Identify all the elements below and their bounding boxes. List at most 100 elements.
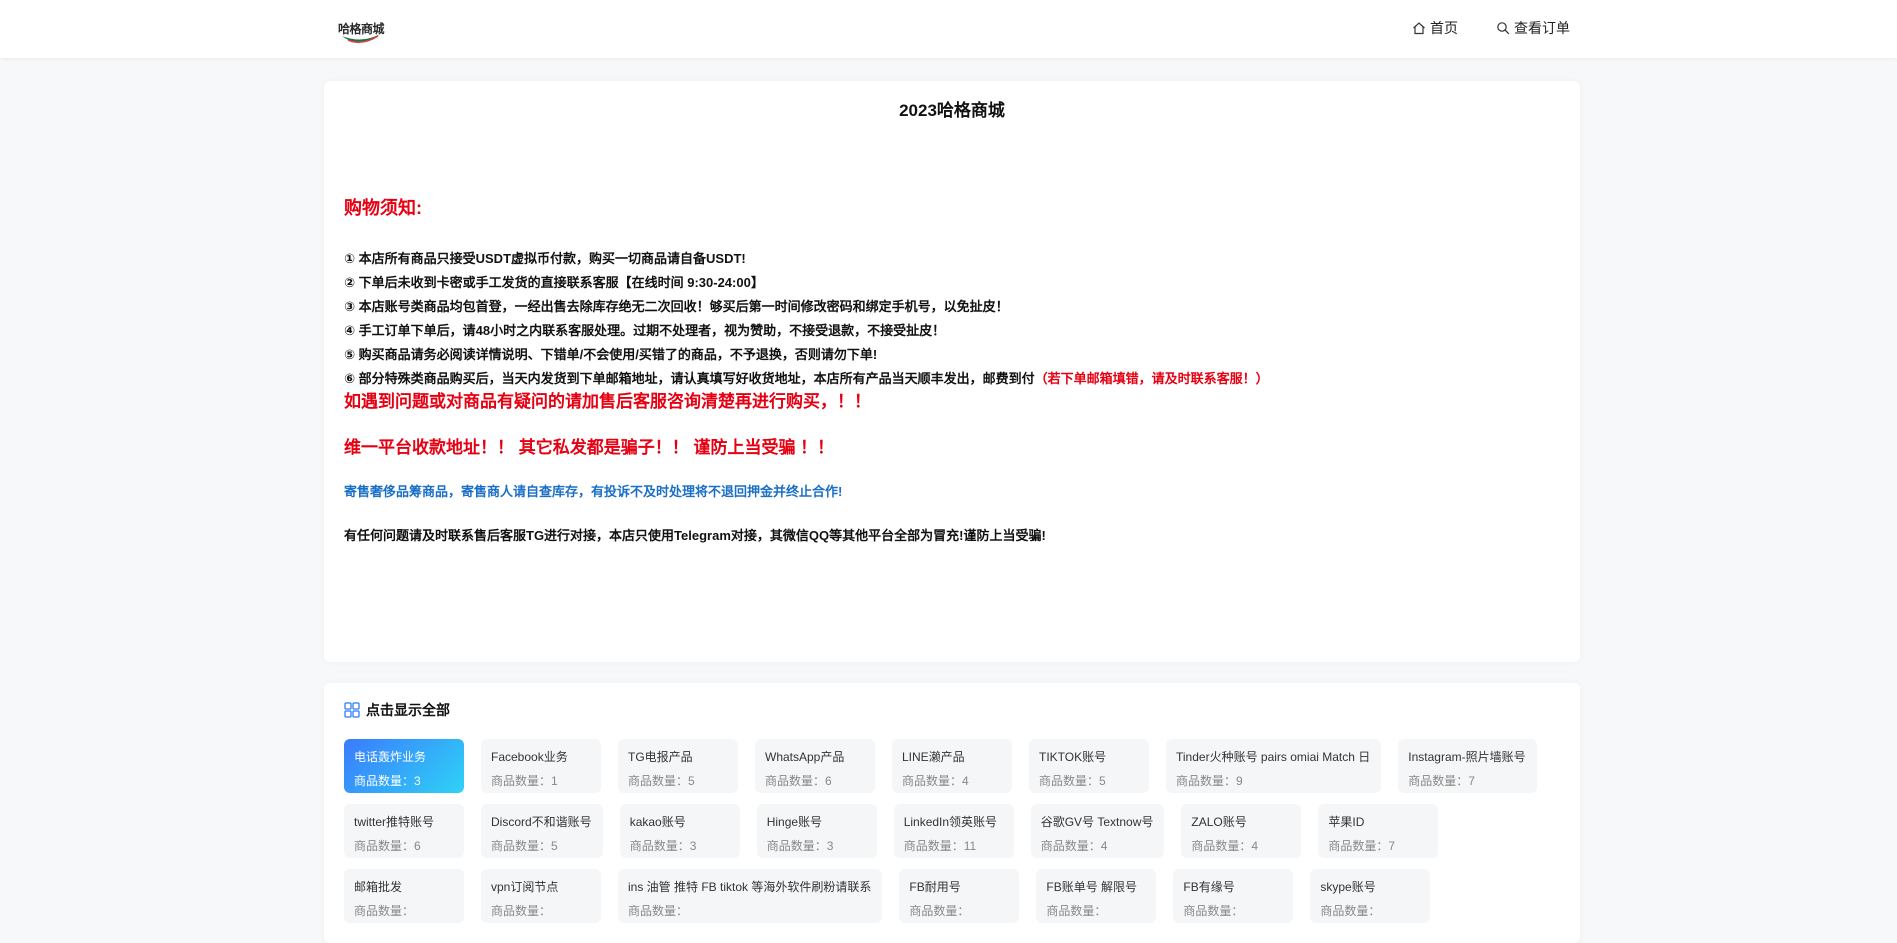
- category-item[interactable]: ZALO账号 商品数量：4: [1181, 804, 1302, 858]
- show-all-toggle[interactable]: 点击显示全部: [344, 700, 450, 720]
- category-count: 商品数量：: [354, 902, 453, 919]
- rules-list: ① 本店所有商品只接受USDT虚拟币付款，购买一切商品请自备USDT! ② 下单…: [344, 247, 1269, 391]
- category-count-prefix: 商品数量：: [1191, 839, 1252, 853]
- category-count: 商品数量：3: [630, 837, 729, 854]
- category-count-prefix: 商品数量：: [1328, 839, 1389, 853]
- category-item[interactable]: FB有缘号 商品数量：: [1173, 869, 1294, 923]
- consignment-note: 寄售奢侈品筹商品，寄售商人请自查库存，有投诉不及时处理将不退回押金并终止合作!: [344, 484, 843, 499]
- category-name: LinkedIn领英账号: [903, 815, 998, 829]
- category-grid: 电话轰炸业务 商品数量：3 Facebook业务 商品数量：1 TG电报产品 商品数量：5…: [344, 739, 1564, 923]
- category-item[interactable]: Hinge账号 商品数量：3: [756, 804, 877, 858]
- category-name: FB耐用号: [909, 880, 961, 894]
- nav-home-label: 首页: [1430, 20, 1458, 36]
- category-count-prefix: 商品数量：: [354, 904, 415, 918]
- category-item[interactable]: FB账单号 解限号 商品数量：: [1036, 869, 1157, 923]
- category-item[interactable]: TIKTOK账号 商品数量：5: [1029, 739, 1149, 793]
- category-count: 商品数量：5: [1039, 772, 1138, 789]
- search-icon: [1497, 22, 1510, 35]
- category-name: vpn订阅节点: [491, 880, 559, 894]
- category-count-value: 5: [551, 839, 558, 853]
- category-count-prefix: 商品数量：: [491, 774, 552, 788]
- category-count-value: 3: [414, 774, 421, 788]
- category-item[interactable]: WhatsApp产品 商品数量：6: [755, 739, 875, 793]
- category-item[interactable]: ins 油管 推特 FB tiktok 等海外软件刷粉请联系 商品数量：: [618, 869, 883, 923]
- notice-title: 2023哈格商城: [899, 101, 1005, 120]
- category-count-value: 3: [689, 839, 697, 853]
- rule-item: ① 本店所有商品只接受USDT虚拟币付款，购买一切商品请自备USDT!: [344, 251, 746, 266]
- category-name: TG电报产品: [628, 750, 693, 764]
- category-item[interactable]: Tinder火种账号 pairs omiai Match 日商品数量：9: [1166, 739, 1382, 793]
- category-count-value: 3: [826, 839, 834, 853]
- category-count: 商品数量：6: [354, 837, 453, 854]
- category-name: ZALO账号: [1191, 815, 1247, 829]
- category-item[interactable]: 谷歌GV号 Textnow号 商品数量：4: [1030, 804, 1165, 858]
- category-count: 商品数量：5: [491, 837, 592, 854]
- category-count-prefix: 商品数量：: [629, 839, 690, 853]
- category-name: Tinder火种账号 pairs omiai Match 日: [1176, 750, 1371, 764]
- category-name: skype账号: [1320, 880, 1376, 894]
- category-count-prefix: 商品数量：: [628, 774, 689, 788]
- category-count-prefix: 商品数量：: [354, 839, 415, 853]
- category-count-prefix: 商品数量：: [909, 904, 970, 918]
- category-item[interactable]: Facebook业务 商品数量：1: [481, 739, 601, 793]
- category-name: 邮箱批发: [354, 880, 403, 894]
- rule-item: ⑤ 购买商品请务必阅读详情说明、下错单/不会使用/买错了的商品，不予退换，否则请…: [344, 347, 878, 362]
- category-card: 点击显示全部 电话轰炸业务 商品数量：3 Facebook业务 商品数量：1 TG电报产…: [324, 683, 1580, 943]
- category-item[interactable]: LinkedIn领英账号 商品数量：11: [893, 804, 1014, 858]
- category-count-value: 11: [963, 839, 977, 853]
- nav-orders[interactable]: 查看订单: [1496, 18, 1570, 38]
- category-item[interactable]: kakao账号 商品数量：3: [619, 804, 740, 858]
- category-count-value: 5: [688, 774, 695, 788]
- category-name: Facebook业务: [491, 750, 568, 764]
- category-count: 商品数量：: [1046, 902, 1145, 919]
- notice-card: 2023哈格商城 购物须知: ① 本店所有商品只接受USDT虚拟币付款，购买一切…: [324, 81, 1580, 662]
- category-item[interactable]: 邮箱批发商品数量：: [344, 869, 464, 923]
- category-item[interactable]: Discord不和谐账号 商品数量：5: [481, 804, 603, 858]
- home-icon: [1413, 22, 1425, 35]
- category-count: 商品数量：: [491, 902, 590, 919]
- category-item[interactable]: TG电报产品 商品数量：5: [618, 739, 738, 793]
- category-count: 商品数量：4: [1191, 837, 1290, 854]
- category-count-prefix: 商品数量：: [765, 774, 826, 788]
- category-name: twitter推特账号: [354, 815, 435, 829]
- category-item[interactable]: skype账号 商品数量：: [1310, 869, 1431, 923]
- rule-item: ④ 手工订单下单后，请48小时之内联系客服处理。过期不处理者，视为赞助，不接受退…: [344, 323, 946, 338]
- category-count-value: 7: [1468, 774, 1475, 788]
- category-count-value: 4: [1251, 839, 1259, 853]
- nav-home[interactable]: 首页: [1412, 18, 1458, 38]
- rule-item: ② 下单后未收到卡密或手工发货的直接联系客服【在线时间 9:30-24:00】: [344, 275, 764, 290]
- rule-6-text: ⑥ 部分特殊类商品购买后，当天内发货到下单邮箱地址，请认真填写好收货地址，本店所…: [344, 371, 1035, 386]
- notice-heading: 购物须知:: [344, 198, 422, 218]
- category-count-prefix: 商品数量：: [354, 774, 415, 788]
- category-name: Discord不和谐账号: [491, 815, 592, 829]
- category-name: 谷歌GV号 Textnow号: [1040, 815, 1154, 829]
- telegram-note: 有任何问题请及时联系售后客服TG进行对接，本店只使用Telegram对接，其微信…: [344, 528, 1046, 543]
- category-count-prefix: 商品数量：: [491, 839, 552, 853]
- category-name: FB账单号 解限号: [1046, 880, 1138, 894]
- logo-text: 哈格商城: [338, 22, 385, 36]
- category-name: kakao账号: [629, 815, 686, 829]
- category-count-value: 4: [962, 774, 969, 788]
- category-item[interactable]: LINE濑产品 商品数量：4: [892, 739, 1012, 793]
- logo[interactable]: 哈格商城: [338, 16, 385, 46]
- rule-6-red-text: （若下单邮箱填错，请及时联系客服！）: [1034, 371, 1269, 386]
- category-name: LINE濑产品: [902, 750, 965, 764]
- category-count-prefix: 商品数量：: [491, 904, 552, 918]
- category-item[interactable]: 电话轰炸业务 商品数量：3: [344, 739, 464, 793]
- category-name: 苹果ID: [1328, 815, 1365, 829]
- category-item[interactable]: Instagram-照片墙账号 商品数量：7: [1398, 739, 1537, 793]
- category-count-value: 5: [1099, 774, 1106, 788]
- category-count-prefix: 商品数量：: [1320, 904, 1381, 918]
- top-navbar: 哈格商城 首页 查看订单: [0, 0, 1897, 58]
- category-item[interactable]: FB耐用号商品数量：: [899, 869, 1020, 923]
- category-count: 商品数量：11: [904, 837, 1003, 854]
- category-item[interactable]: 苹果ID 商品数量：7: [1318, 804, 1439, 858]
- category-name: WhatsApp产品: [765, 750, 845, 764]
- category-count: 商品数量：4: [1041, 837, 1154, 854]
- category-item[interactable]: vpn订阅节点 商品数量：: [481, 869, 601, 923]
- category-count-prefix: 商品数量：: [1183, 904, 1244, 918]
- category-item[interactable]: twitter推特账号商品数量：6: [344, 804, 464, 858]
- category-count-value: 1: [551, 774, 558, 788]
- category-count: 商品数量：: [1183, 902, 1282, 919]
- main-nav: 首页 查看订单: [1412, 18, 1570, 38]
